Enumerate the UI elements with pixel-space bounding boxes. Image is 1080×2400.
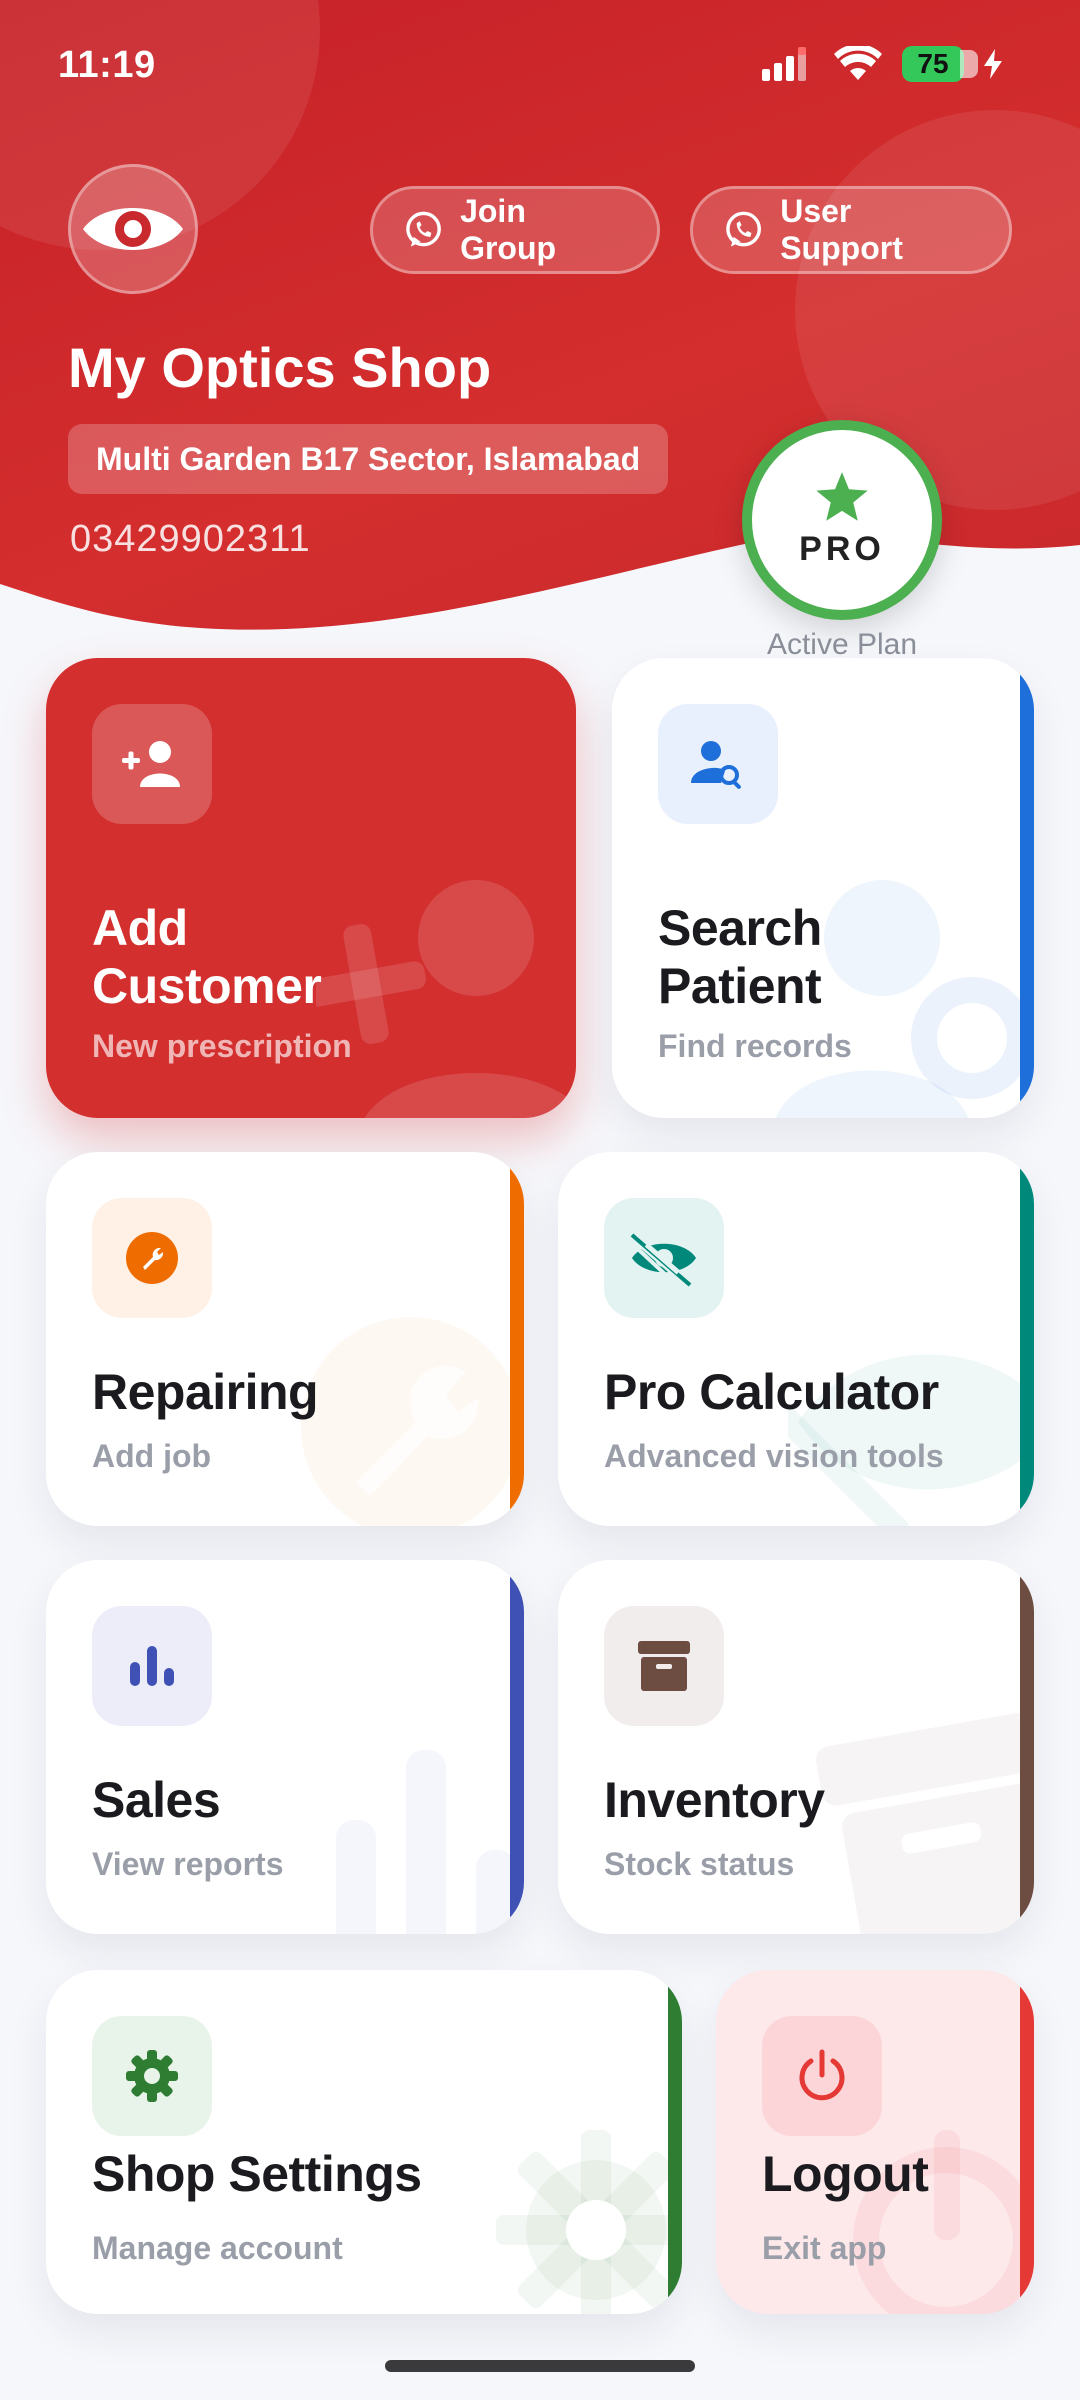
icon-box — [92, 2016, 212, 2136]
card-title: Add Customer — [92, 900, 322, 1015]
status-icons: 75 — [762, 46, 1002, 82]
eye-icon — [81, 197, 185, 261]
card-title: Search Patient — [658, 900, 822, 1015]
card-accent — [510, 1152, 524, 1526]
bar-chart-icon — [130, 1646, 174, 1686]
icon-box — [92, 1606, 212, 1726]
shop-name: My Optics Shop — [68, 336, 492, 399]
card-subtitle: Exit app — [762, 2230, 887, 2266]
shop-logo — [68, 164, 198, 294]
shop-address: Multi Garden B17 Sector, Islamabad — [68, 424, 668, 494]
user-support-label: User Support — [780, 193, 903, 266]
add-customer-card[interactable]: Add Customer New prescription — [46, 658, 576, 1118]
status-time: 11:19 — [58, 44, 156, 86]
pro-calculator-card[interactable]: Pro Calculator Advanced vision tools — [558, 1152, 1034, 1526]
whatsapp-icon — [723, 209, 764, 251]
inventory-card[interactable]: Inventory Stock status — [558, 1560, 1034, 1934]
pro-plan-badge[interactable]: PRO — [742, 420, 942, 620]
archive-box-icon — [638, 1641, 690, 1691]
pro-label: PRO — [799, 529, 885, 568]
battery-level: 75 — [917, 48, 949, 79]
card-title-line: Search — [658, 900, 822, 956]
person-add-icon — [122, 741, 180, 787]
card-subtitle: Find records — [658, 1028, 852, 1064]
card-accent — [1020, 658, 1034, 1118]
user-support-button[interactable]: User Support — [690, 186, 1012, 274]
charging-bolt-icon — [984, 49, 1002, 79]
card-title-line: Add — [92, 900, 188, 956]
join-group-button[interactable]: Join Group — [370, 186, 660, 274]
card-subtitle: Manage account — [92, 2230, 343, 2266]
card-title: Inventory — [604, 1772, 825, 1828]
eye-slash-icon — [629, 1231, 696, 1289]
search-patient-card[interactable]: Search Patient Find records — [612, 658, 1034, 1118]
gear-watermark — [496, 2130, 682, 2314]
icon-box — [762, 2016, 882, 2136]
join-group-label: Join Group — [460, 193, 557, 266]
person-search-icon — [691, 741, 741, 789]
person-watermark — [316, 880, 576, 1118]
card-subtitle: Advanced vision tools — [604, 1438, 944, 1474]
card-title: Logout — [762, 2146, 929, 2202]
card-title: Repairing — [92, 1364, 319, 1420]
icon-box — [658, 704, 778, 824]
card-accent — [668, 1970, 682, 2314]
repairing-card[interactable]: Repairing Add job — [46, 1152, 524, 1526]
card-accent — [1020, 1970, 1034, 2314]
star-icon — [816, 471, 868, 521]
active-plan-caption: Active Plan — [766, 628, 918, 661]
card-title: Pro Calculator — [604, 1364, 939, 1420]
sales-card[interactable]: Sales View reports — [46, 1560, 524, 1934]
wifi-icon — [834, 46, 882, 82]
card-title: Sales — [92, 1772, 221, 1828]
wrench-watermark — [301, 1317, 521, 1526]
wrench-icon — [126, 1232, 178, 1284]
shop-settings-card[interactable]: Shop Settings Manage account — [46, 1970, 682, 2314]
icon-box — [92, 704, 212, 824]
card-accent — [1020, 1152, 1034, 1526]
icon-box — [604, 1606, 724, 1726]
icon-box — [604, 1198, 724, 1318]
battery-indicator: 75 — [902, 46, 964, 82]
gear-icon — [126, 2050, 178, 2102]
logout-card[interactable]: Logout Exit app — [716, 1970, 1034, 2314]
shop-address-text: Multi Garden B17 Sector, Islamabad — [96, 440, 641, 477]
card-title: Shop Settings — [92, 2146, 422, 2202]
card-title-line: Patient — [658, 957, 822, 1014]
archive-watermark — [816, 1712, 1034, 1934]
home-indicator[interactable] — [385, 2360, 695, 2372]
icon-box — [92, 1198, 212, 1318]
signal-icon — [762, 47, 814, 81]
shop-phone: 03429902311 — [70, 518, 311, 560]
whatsapp-icon — [403, 209, 444, 251]
card-subtitle: Stock status — [604, 1846, 795, 1882]
card-subtitle: View reports — [92, 1846, 284, 1882]
card-subtitle: New prescription — [92, 1028, 352, 1064]
power-icon — [799, 2049, 845, 2101]
card-title-line: Customer — [92, 957, 322, 1014]
card-accent — [510, 1560, 524, 1934]
card-accent — [1020, 1560, 1034, 1934]
card-subtitle: Add job — [92, 1438, 212, 1474]
bar-chart-watermark — [336, 1750, 516, 1934]
